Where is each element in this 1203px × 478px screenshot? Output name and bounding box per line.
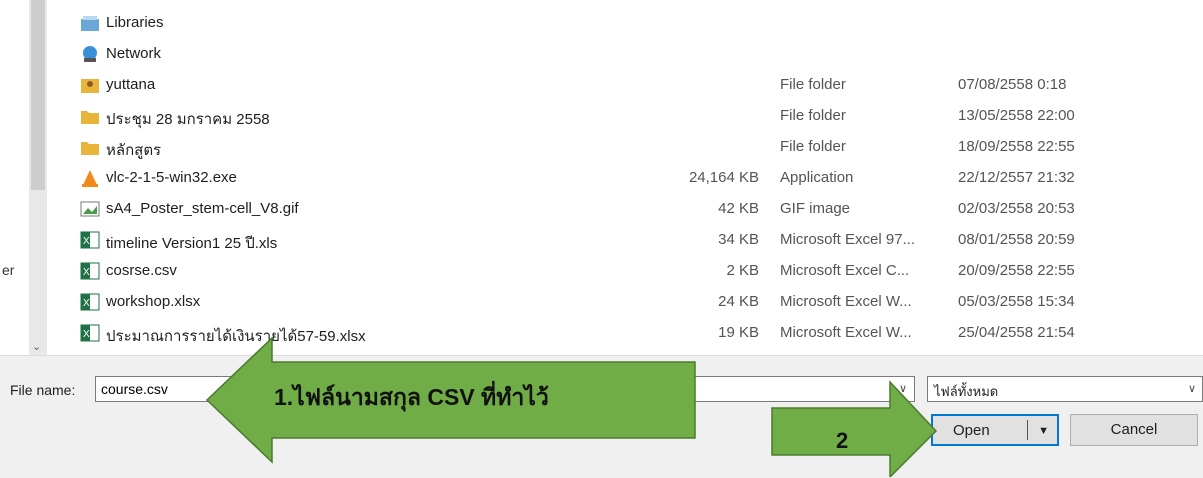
right-arrow-annotation (771, 380, 938, 477)
callout-step-1: 1.ไฟล์นามสกุล CSV ที่ทำไว้ (274, 384, 549, 410)
annotation-overlay (205, 336, 938, 477)
callout-step-2: 2 (836, 428, 849, 453)
